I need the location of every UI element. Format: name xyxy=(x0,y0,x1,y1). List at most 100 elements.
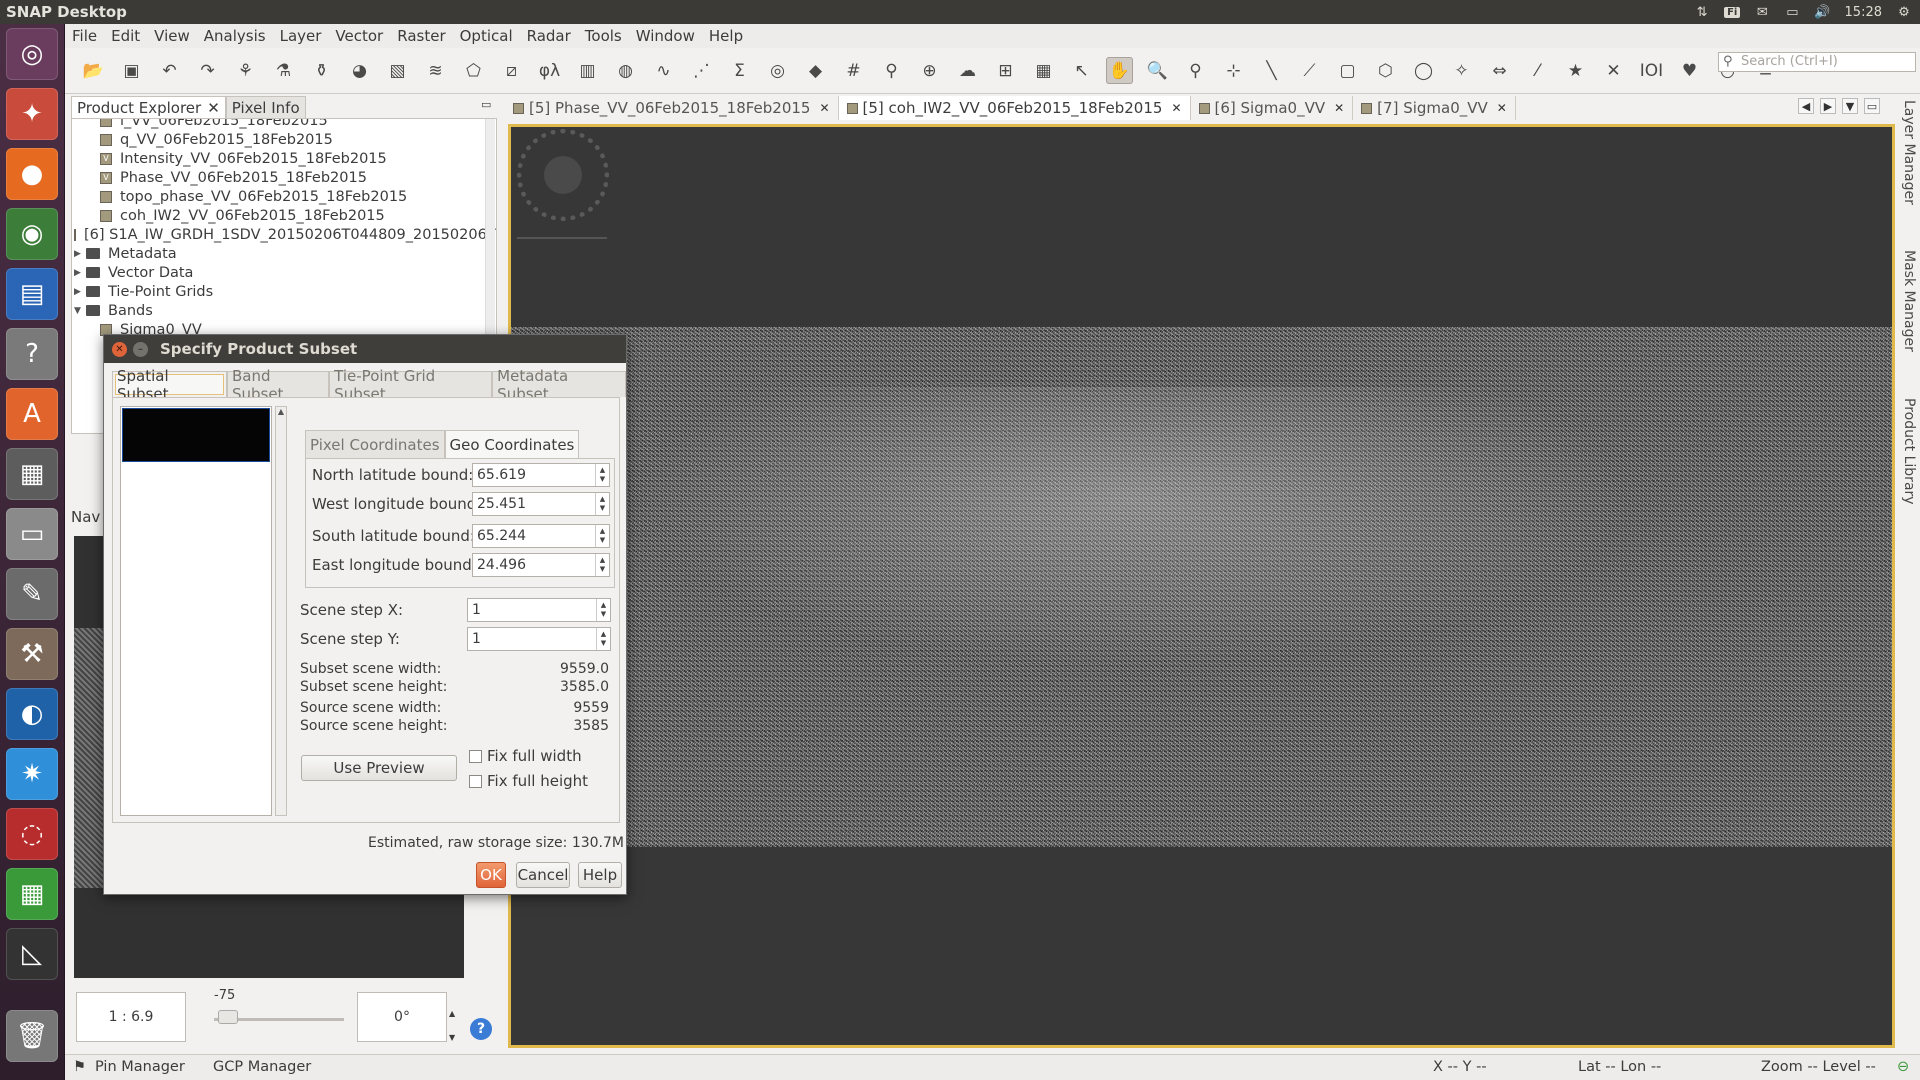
save-product-icon[interactable]: ▣ xyxy=(118,57,145,84)
software-center-icon[interactable]: A xyxy=(6,388,58,440)
band-maths-icon[interactable]: ⚱ xyxy=(308,57,335,84)
chrome-icon[interactable]: ◉ xyxy=(6,208,58,260)
gcp-manager-button[interactable]: GCP Manager xyxy=(213,1059,311,1075)
tab-pixel-info[interactable]: Pixel Info xyxy=(225,96,306,118)
image-view[interactable] xyxy=(508,124,1895,1048)
layer-manager-tab[interactable]: Layer Manager xyxy=(1901,100,1917,205)
east-longitude-input[interactable]: 24.496 ▲ ▼ xyxy=(472,553,610,577)
chevron-down-icon[interactable]: ▼ xyxy=(1842,98,1858,114)
snap-app-icon[interactable]: ✦ xyxy=(6,88,58,140)
ioi-icon[interactable]: IOI xyxy=(1638,57,1665,84)
checkbox-box[interactable] xyxy=(469,774,482,788)
chevron-right-icon[interactable]: ▶ xyxy=(1820,98,1836,114)
pin-icon[interactable]: ⚲ xyxy=(878,57,905,84)
menu-view[interactable]: View xyxy=(147,27,197,45)
minimize-icon[interactable]: – xyxy=(133,341,148,357)
tab-band-subset[interactable]: Band Subset xyxy=(226,367,330,403)
network-icon[interactable]: ⇅ xyxy=(1694,5,1710,20)
preview-scrollbar[interactable]: ▲ xyxy=(275,406,287,816)
scene-step-x-input[interactable]: 1 ▲ ▼ xyxy=(467,598,611,622)
menu-file[interactable]: File xyxy=(65,27,104,45)
chevron-left-icon[interactable]: ◀ xyxy=(1798,98,1814,114)
spectrum-icon[interactable]: φλ xyxy=(536,57,563,84)
checkbox-box[interactable] xyxy=(469,749,482,763)
heart-icon[interactable]: ♥ xyxy=(1676,57,1703,84)
system-tools-icon[interactable]: ⚒ xyxy=(6,628,58,680)
tab-phase-vv[interactable]: [5] Phase_VV_06Feb2015_18Feb2015 ✕ xyxy=(505,96,839,120)
zoom-slider-thumb[interactable] xyxy=(218,1010,238,1024)
tab-pixel-coordinates[interactable]: Pixel Coordinates xyxy=(305,430,445,458)
navigation-tab[interactable]: Nav xyxy=(71,508,100,526)
pan-control-wheel[interactable] xyxy=(517,129,609,221)
tree-node-folder[interactable]: ▶ Metadata xyxy=(72,244,496,263)
calc-spreadsheet-icon[interactable]: ▦ xyxy=(6,868,58,920)
rgb-image-icon[interactable]: ◕ xyxy=(346,57,373,84)
menu-tools[interactable]: Tools xyxy=(578,27,629,45)
tab-sigma0-vv-7[interactable]: [7] Sigma0_VV ✕ xyxy=(1353,96,1516,120)
spinner-arrows-icon[interactable]: ▲ ▼ xyxy=(595,554,609,576)
close-icon[interactable]: ✕ xyxy=(1497,101,1507,115)
cloud-icon[interactable]: ☁ xyxy=(954,57,981,84)
close-icon[interactable]: ✕ xyxy=(207,99,220,117)
gcp-placing-tool-icon[interactable]: ⊹ xyxy=(1220,57,1247,84)
subset-preview[interactable] xyxy=(120,406,272,816)
tab-geo-coordinates[interactable]: Geo Coordinates xyxy=(444,430,580,458)
graph-builder-icon[interactable]: ⚘ xyxy=(232,57,259,84)
help-icon[interactable]: ? xyxy=(470,1018,492,1040)
expand-arrow-icon[interactable]: ▶ xyxy=(74,268,86,278)
product-library-tab[interactable]: Product Library xyxy=(1901,398,1917,505)
zoom-factor-field[interactable]: 1 : 6.9 xyxy=(76,992,186,1042)
close-icon[interactable]: ✕ xyxy=(112,341,127,357)
volume-icon[interactable]: 🔊 xyxy=(1814,5,1830,20)
brush-icon[interactable]: ⁄ xyxy=(1524,57,1551,84)
search-input[interactable]: ⚲ Search (Ctrl+I) xyxy=(1718,52,1916,72)
statistics-icon[interactable]: Σ xyxy=(726,57,753,84)
tab-product-explorer[interactable]: Product Explorer ✕ xyxy=(71,96,226,118)
gcp-icon[interactable]: ⊕ xyxy=(916,57,943,84)
south-latitude-input[interactable]: 65.244 ▲ ▼ xyxy=(472,524,610,548)
profile-plot-icon[interactable]: ∿ xyxy=(650,57,677,84)
firefox-icon[interactable]: ● xyxy=(6,148,58,200)
north-latitude-input[interactable]: 65.619 ▲ ▼ xyxy=(472,463,610,487)
minimize-panel-icon[interactable]: ▭ xyxy=(481,98,491,111)
polygon-tool-icon[interactable]: ⬡ xyxy=(1372,57,1399,84)
expand-arrow-icon[interactable]: ▶ xyxy=(74,287,86,297)
mask-icon[interactable]: ◎ xyxy=(764,57,791,84)
menu-window[interactable]: Window xyxy=(629,27,702,45)
menu-optical[interactable]: Optical xyxy=(453,27,520,45)
select-tool-icon[interactable]: ↖ xyxy=(1068,57,1095,84)
pin-manager-button[interactable]: Pin Manager xyxy=(95,1059,185,1075)
weather-icon[interactable]: ✷ xyxy=(6,748,58,800)
session-gear-icon[interactable]: ⚙ xyxy=(1896,5,1912,20)
tree-node-band[interactable]: topo_phase_VV_06Feb2015_18Feb2015 xyxy=(72,187,496,206)
spinner-arrows-icon[interactable]: ▲ ▼ xyxy=(596,599,610,621)
cancel-button[interactable]: Cancel xyxy=(516,862,570,888)
document-viewer-icon[interactable]: ◌ xyxy=(6,808,58,860)
close-icon[interactable]: ✕ xyxy=(1334,101,1344,115)
writer-icon[interactable]: ▤ xyxy=(6,268,58,320)
mail-icon[interactable]: ✉ xyxy=(1754,5,1770,20)
star-icon[interactable]: ★ xyxy=(1562,57,1589,84)
range-finder-icon[interactable]: ⇔ xyxy=(1486,57,1513,84)
tree-node-band[interactable]: V Intensity_VV_06Feb2015_18Feb2015 xyxy=(72,149,496,168)
ok-button[interactable]: OK xyxy=(476,862,506,888)
text-editor-icon[interactable]: ✎ xyxy=(6,568,58,620)
line-tool-icon[interactable]: ╲ xyxy=(1258,57,1285,84)
ellipse-tool-icon[interactable]: ◯ xyxy=(1410,57,1437,84)
calculator-icon[interactable]: ▦ xyxy=(6,448,58,500)
tab-metadata-subset[interactable]: Metadata Subset xyxy=(492,367,626,403)
menu-analysis[interactable]: Analysis xyxy=(197,27,273,45)
tree-node-product[interactable]: [6] S1A_IW_GRDH_1SDV_20150206T044809_201… xyxy=(72,225,496,244)
trash-icon[interactable]: 🗑 xyxy=(6,1010,58,1062)
colour-manipulation-icon[interactable]: ▧ xyxy=(384,57,411,84)
help-button[interactable]: Help xyxy=(578,862,622,888)
polyline-tool-icon[interactable]: ⟋ xyxy=(1296,57,1323,84)
expand-arrow-icon[interactable]: ▶ xyxy=(74,249,86,259)
open-product-icon[interactable]: 📂 xyxy=(80,57,107,84)
collapse-arrow-icon[interactable]: ▼ xyxy=(74,306,86,316)
tab-coh-iw2-vv[interactable]: [5] coh_IW2_VV_06Feb2015_18Feb2015 ✕ xyxy=(838,96,1191,120)
rotation-angle-field[interactable]: 0° xyxy=(357,992,447,1042)
tree-node-folder[interactable]: ▶ Tie-Point Grids xyxy=(72,282,496,301)
close-icon[interactable]: ✕ xyxy=(1171,101,1181,115)
mask-manager-tab[interactable]: Mask Manager xyxy=(1901,250,1917,352)
